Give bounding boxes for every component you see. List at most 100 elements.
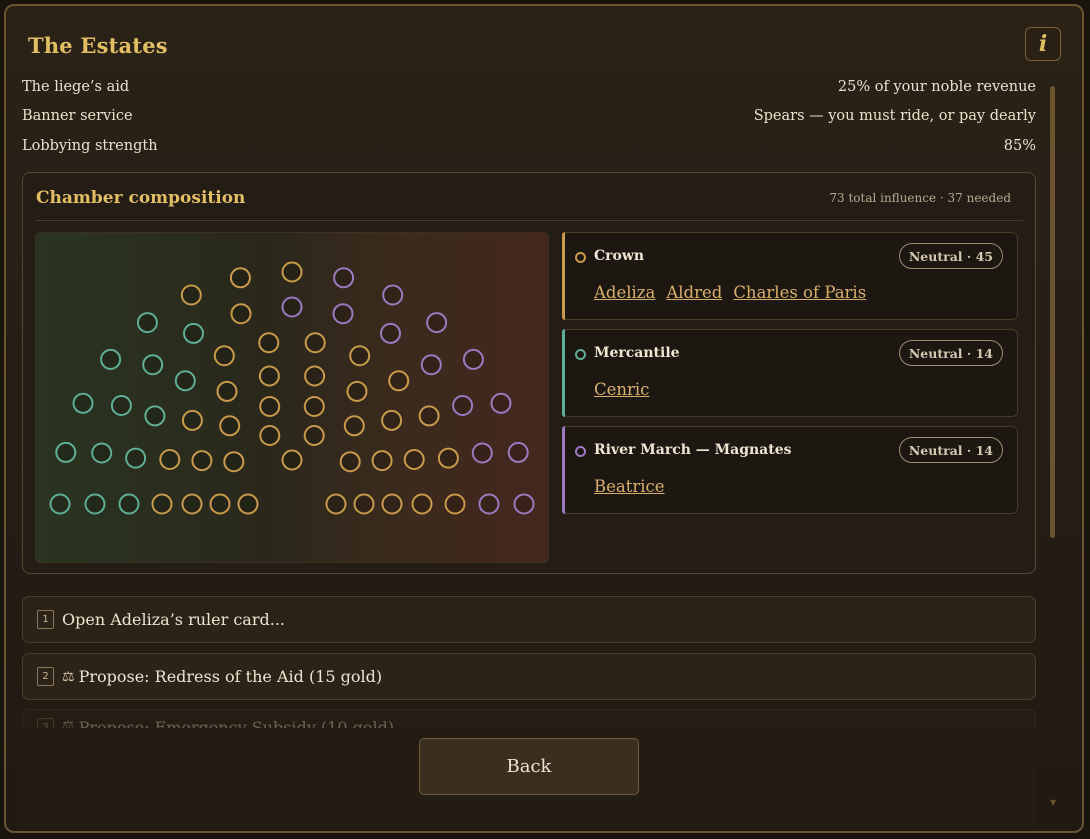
scrollbar-thumb[interactable] bbox=[1050, 86, 1055, 538]
stat-row-banner-service: Banner service Spears — you must ride, o… bbox=[22, 108, 1036, 124]
member-link-adeliza[interactable]: Adeliza bbox=[594, 283, 655, 302]
seat-magnates bbox=[380, 322, 401, 344]
faction-color-bar bbox=[562, 329, 565, 417]
seat-crown bbox=[229, 267, 251, 289]
option-label: Propose: Redress of the Aid (15 gold) bbox=[78, 667, 383, 686]
stat-value: 85% bbox=[1003, 138, 1036, 154]
seat-crown bbox=[304, 332, 326, 354]
back-button[interactable]: Back bbox=[419, 738, 639, 795]
seat-crown bbox=[325, 493, 347, 515]
option-label: Open Adeliza’s ruler card... bbox=[62, 610, 285, 629]
seat-magnates bbox=[452, 395, 474, 416]
faction-badge: Neutral · 14 bbox=[898, 340, 1003, 366]
faction-card-magnates: River March — Magnates Neutral · 14 Beat… bbox=[562, 426, 1018, 514]
seat-crown bbox=[346, 380, 368, 402]
seat-crown bbox=[281, 449, 303, 471]
info-icon[interactable]: i bbox=[1025, 27, 1061, 61]
seat-magnates bbox=[507, 441, 529, 463]
scales-icon: ⚖ bbox=[62, 668, 75, 685]
faction-members: Adeliza Aldred Charles of Paris bbox=[594, 283, 877, 302]
seat-magnates bbox=[382, 284, 404, 306]
faction-dot-icon bbox=[575, 252, 586, 263]
member-link-beatrice[interactable]: Beatrice bbox=[594, 477, 665, 496]
seat-magnates bbox=[490, 392, 512, 414]
seat-crown bbox=[353, 493, 375, 515]
seat-crown bbox=[281, 261, 303, 283]
seat-crown bbox=[258, 365, 280, 387]
hemicycle-chart bbox=[35, 232, 549, 563]
seat-mercantile bbox=[125, 447, 147, 469]
member-link-cenric[interactable]: Cenric bbox=[594, 380, 649, 399]
seat-mercantile bbox=[72, 392, 94, 414]
faction-name: Mercantile bbox=[594, 345, 680, 361]
faction-name: River March — Magnates bbox=[594, 442, 792, 458]
faction-members: Beatrice bbox=[594, 477, 676, 496]
seat-mercantile bbox=[49, 493, 71, 515]
seat-crown bbox=[151, 493, 173, 515]
seat-magnates bbox=[478, 493, 500, 515]
stat-row-liege-aid: The liege’s aid 25% of your noble revenu… bbox=[22, 79, 1036, 95]
stat-label: Banner service bbox=[22, 108, 133, 124]
stat-row-lobbying-strength: Lobbying strength 85% bbox=[22, 138, 1036, 154]
scroll-down-icon[interactable]: ▼ bbox=[1050, 798, 1056, 807]
seat-crown bbox=[258, 332, 280, 354]
seat-crown bbox=[191, 450, 213, 472]
seat-magnates bbox=[333, 267, 355, 289]
chamber-summary: 73 total influence · 37 needed bbox=[829, 191, 1011, 205]
hotkey-badge: 1 bbox=[37, 610, 54, 629]
seat-mercantile bbox=[100, 348, 122, 370]
divider bbox=[35, 220, 1023, 221]
seat-crown bbox=[259, 425, 281, 446]
seat-crown bbox=[403, 449, 425, 470]
member-link-charles-of-paris[interactable]: Charles of Paris bbox=[733, 283, 866, 302]
faction-card-crown: Crown Neutral · 45 Adeliza Aldred Charles … bbox=[562, 232, 1018, 320]
option-propose-redress[interactable]: 2 ⚖ Propose: Redress of the Aid (15 gold… bbox=[22, 653, 1036, 700]
seat-crown bbox=[303, 425, 325, 446]
stat-label: Lobbying strength bbox=[22, 138, 158, 154]
faction-badge: Neutral · 45 bbox=[898, 243, 1003, 269]
faction-card-mercantile: Mercantile Neutral · 14 Cenric bbox=[562, 329, 1018, 417]
seat-mercantile bbox=[91, 442, 113, 464]
seat-crown bbox=[237, 493, 259, 515]
seat-crown bbox=[418, 405, 440, 427]
seat-crown bbox=[437, 447, 459, 469]
chamber-composition: Chamber composition 73 total influence ·… bbox=[22, 172, 1036, 574]
seat-crown bbox=[181, 493, 203, 515]
seat-crown bbox=[159, 449, 181, 470]
seat-crown bbox=[388, 370, 410, 392]
seat-crown bbox=[343, 415, 365, 437]
stat-value: Spears — you must ride, or pay dearly bbox=[753, 108, 1036, 124]
faction-dot-icon bbox=[575, 349, 586, 360]
seat-mercantile bbox=[55, 441, 77, 463]
seat-magnates bbox=[513, 493, 535, 515]
seat-mercantile bbox=[183, 322, 204, 344]
member-link-aldred[interactable]: Aldred bbox=[666, 283, 722, 302]
seat-mercantile bbox=[174, 370, 196, 392]
seat-crown bbox=[371, 450, 393, 472]
seat-crown bbox=[303, 396, 325, 417]
seat-mercantile bbox=[144, 405, 166, 427]
seat-crown bbox=[444, 493, 466, 515]
seat-crown bbox=[259, 396, 281, 417]
faction-dot-icon bbox=[575, 446, 586, 457]
seat-crown bbox=[411, 493, 433, 515]
faction-members: Cenric bbox=[594, 380, 660, 399]
hotkey-badge: 2 bbox=[37, 667, 54, 686]
scrollbar[interactable]: ▼ bbox=[1050, 86, 1056, 807]
seat-crown bbox=[230, 303, 252, 325]
stat-label: The liege’s aid bbox=[22, 79, 130, 95]
seat-magnates bbox=[420, 354, 442, 376]
seat-crown bbox=[216, 380, 238, 402]
faction-name: Crown bbox=[594, 248, 645, 264]
seat-mercantile bbox=[136, 312, 158, 334]
seat-crown bbox=[223, 451, 245, 473]
seat-crown bbox=[180, 284, 202, 306]
stat-value: 25% of your noble revenue bbox=[837, 79, 1036, 95]
seat-mercantile bbox=[84, 493, 106, 515]
option-open-ruler-card[interactable]: 1 Open Adeliza’s ruler card... bbox=[22, 596, 1036, 643]
seat-mercantile bbox=[118, 493, 140, 515]
chamber-title: Chamber composition bbox=[36, 188, 246, 208]
seat-crown bbox=[219, 415, 241, 437]
panel-title: The Estates bbox=[28, 33, 168, 58]
seat-crown bbox=[209, 493, 231, 515]
